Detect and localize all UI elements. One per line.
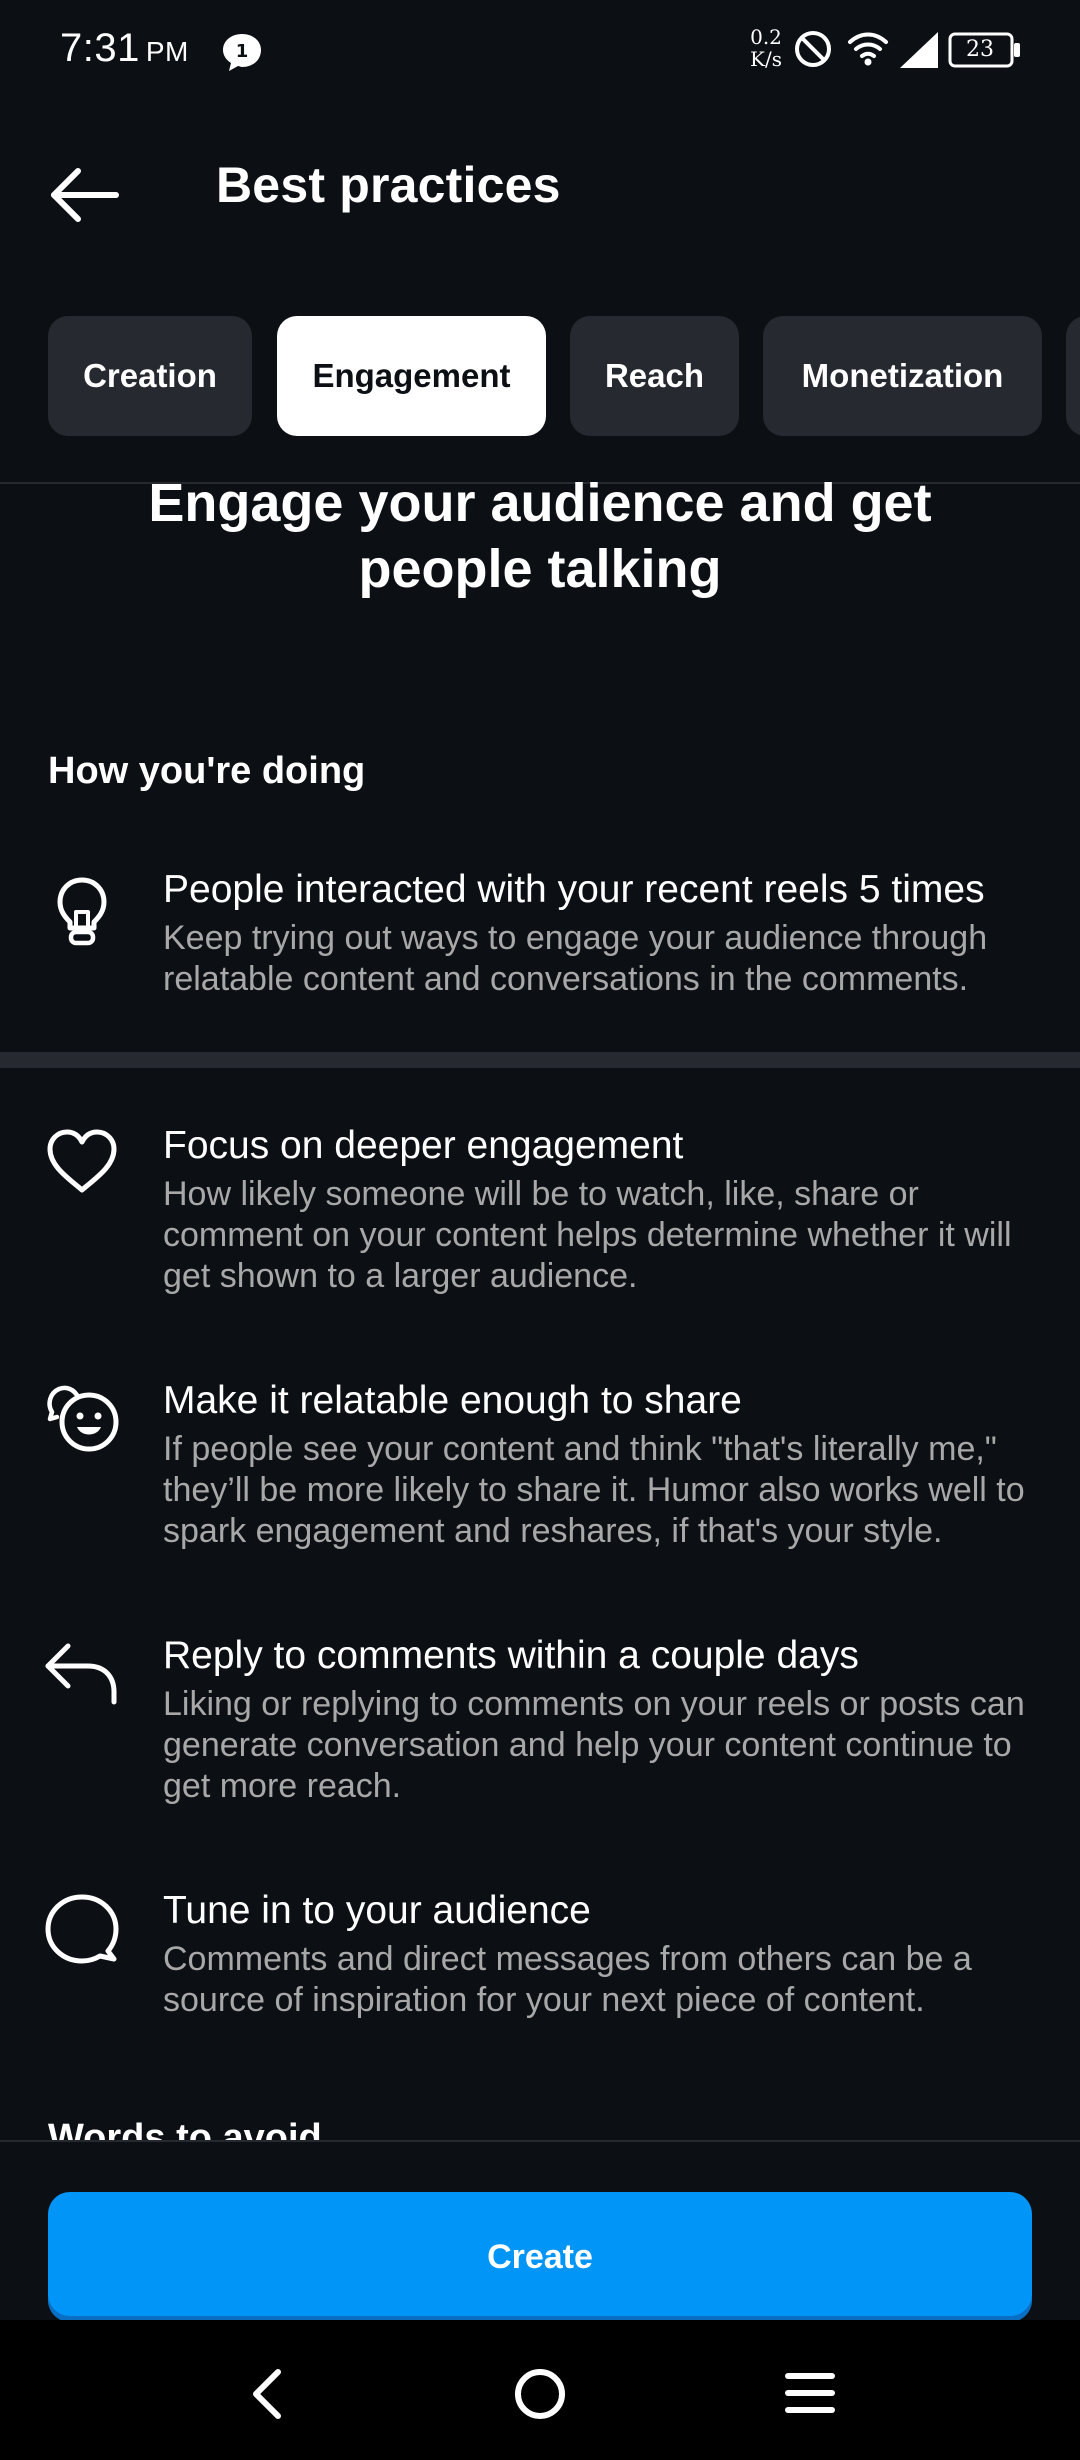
lightbulb-icon xyxy=(57,877,107,946)
nav-recents-icon[interactable] xyxy=(782,2368,838,2418)
tip-title: Reply to comments within a couple days xyxy=(163,1634,859,1677)
battery-level: 23 xyxy=(966,37,994,62)
cell-signal-icon xyxy=(900,32,938,68)
net-speed-unit: K/s xyxy=(750,47,782,71)
tip-description: How likely someone will be to watch, lik… xyxy=(163,1175,1012,1295)
next-section-heading-partial: Words to avoid xyxy=(48,2117,322,2140)
back-arrow-icon xyxy=(51,168,119,222)
stat-description: Keep trying out ways to engage your audi… xyxy=(163,919,988,998)
app-screen: 7:31 PM 1 0.2 K/s 23 Best practices Crea… xyxy=(0,0,1080,2460)
heart-icon xyxy=(47,1129,117,1193)
tip-description: Comments and direct messages from others… xyxy=(163,1940,972,2019)
net-speed: 0.2 K/s xyxy=(744,26,788,70)
status-time-ampm: PM xyxy=(145,36,189,67)
nav-back-icon[interactable] xyxy=(242,2366,294,2422)
notification-count: 1 xyxy=(236,41,249,62)
nav-home-icon[interactable] xyxy=(510,2364,570,2424)
reply-arrow-icon xyxy=(45,1643,117,1705)
tab-next-partial[interactable] xyxy=(1066,316,1080,436)
system-navigation-bar xyxy=(0,2320,1080,2460)
battery-indicator: 23 xyxy=(948,30,1022,70)
wifi-icon xyxy=(848,32,888,66)
headline: Engage your audience and get people talk… xyxy=(148,473,932,599)
section-heading-how-youre-doing: How you're doing xyxy=(48,750,366,792)
status-time-value: 7:31 xyxy=(60,26,140,70)
net-speed-value: 0.2 xyxy=(750,25,782,49)
tab-engagement[interactable]: Engagement xyxy=(277,316,546,436)
tab-reach[interactable]: Reach xyxy=(570,316,739,436)
tip-title: Focus on deeper engagement xyxy=(163,1124,684,1167)
smiley-bubbles-icon xyxy=(47,1385,119,1452)
tip-description: Liking or replying to comments on your r… xyxy=(163,1685,1025,1805)
tip-title: Tune in to your audience xyxy=(163,1889,591,1932)
header: Best practices xyxy=(0,110,1080,260)
tab-creation[interactable]: Creation xyxy=(48,316,252,436)
do-not-disturb-icon xyxy=(795,31,831,67)
tip-title: Make it relatable enough to share xyxy=(163,1379,742,1422)
stat-title: People interacted with your recent reels… xyxy=(163,868,985,911)
tab-monetization[interactable]: Monetization xyxy=(763,316,1042,436)
comment-bubble-icon xyxy=(45,1894,119,1964)
message-notification-icon: 1 xyxy=(223,34,261,71)
create-button[interactable]: Create xyxy=(48,2192,1032,2322)
tip-description: If people see your content and think "th… xyxy=(163,1430,1025,1550)
page-title: Best practices xyxy=(216,157,561,213)
section-divider xyxy=(0,1052,1080,1068)
status-time: 7:31 PM xyxy=(60,26,189,71)
status-bar: 7:31 PM 1 0.2 K/s 23 xyxy=(0,0,1080,100)
category-tabs: Creation Engagement Reach Monetization xyxy=(0,316,1080,442)
back-button[interactable] xyxy=(40,150,130,240)
